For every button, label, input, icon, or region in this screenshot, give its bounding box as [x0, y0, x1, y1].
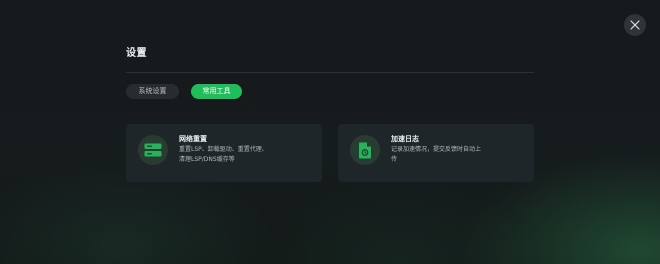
close-button[interactable] [624, 14, 646, 36]
card-description-line: 清理LSP/DNS缓存等 [179, 155, 235, 163]
log-document-icon [350, 135, 380, 165]
card-description-line: 传 [391, 155, 398, 163]
server-reset-icon [138, 135, 168, 165]
acceleration-log-card[interactable]: 加速日志 记录加速情况，提交反馈时自动上 传 [338, 124, 534, 182]
divider [126, 72, 534, 73]
tab-common-tools[interactable]: 常用工具 [191, 84, 242, 99]
close-icon [630, 20, 640, 30]
card-title: 网络重置 [179, 135, 207, 143]
card-title: 加速日志 [391, 135, 419, 143]
page-title: 设置 [126, 48, 147, 59]
card-description: 重置LSP、卸载驱动、重置代理、 清理LSP/DNS缓存等 [179, 145, 311, 164]
network-reset-card[interactable]: 网络重置 重置LSP、卸载驱动、重置代理、 清理LSP/DNS缓存等 [126, 124, 322, 182]
tab-system-settings[interactable]: 系统设置 [126, 84, 179, 99]
card-description-line: 重置LSP、卸载驱动、重置代理、 [179, 146, 268, 153]
tab-bar: 系统设置 常用工具 [126, 84, 242, 99]
card-description: 记录加速情况，提交反馈时自动上 传 [391, 145, 523, 164]
card-description-line: 记录加速情况，提交反馈时自动上 [391, 146, 482, 153]
